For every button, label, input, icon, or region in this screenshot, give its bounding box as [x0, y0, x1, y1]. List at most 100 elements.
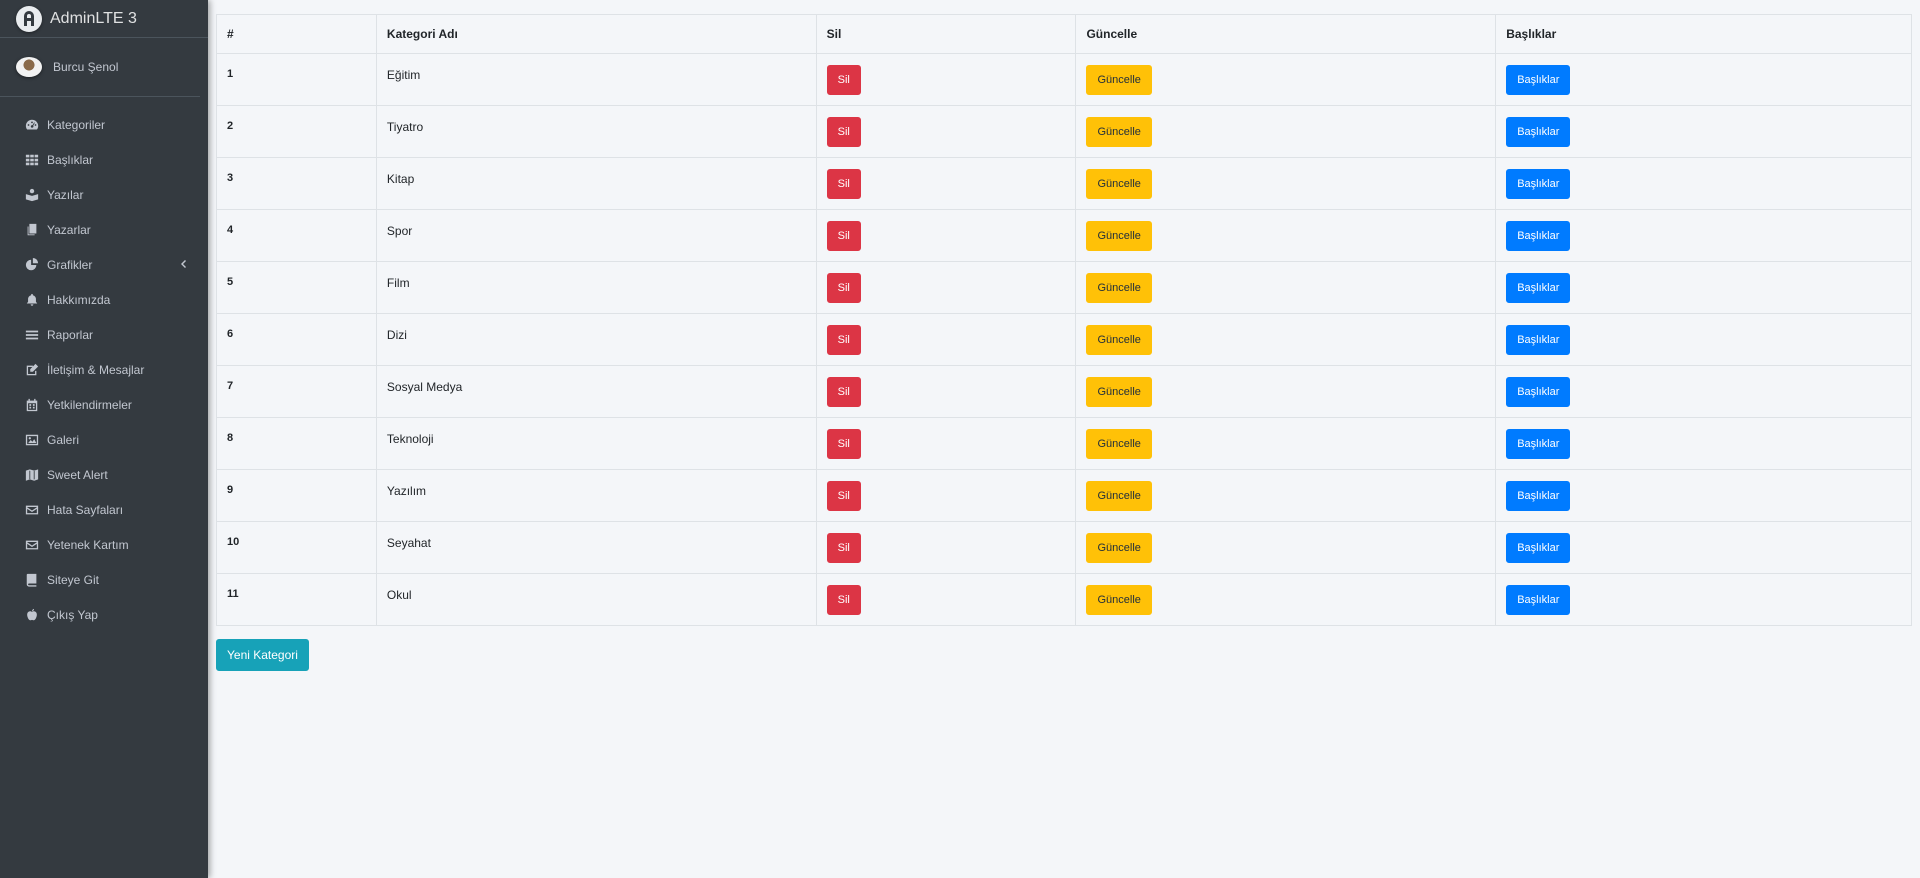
column-header-category-name: Kategori Adı	[375, 14, 817, 54]
update-button[interactable]: Güncelle	[1086, 429, 1152, 459]
delete-button[interactable]: Sil	[826, 429, 861, 459]
row-id: 4	[216, 209, 377, 262]
titles-button[interactable]: Başlıklar	[1506, 169, 1571, 199]
titles-button[interactable]: Başlıklar	[1506, 377, 1571, 407]
copy-icon	[23, 223, 40, 237]
titles-button[interactable]: Başlıklar	[1506, 65, 1571, 95]
sidebar-item-sweet-alert[interactable]: Sweet Alert	[0, 457, 208, 492]
table-row: 8 Teknoloji Sil Güncelle Başlıklar	[216, 417, 1912, 470]
table-row: 1 Eğitim Sil Güncelle Başlıklar	[216, 53, 1912, 106]
row-id: 9	[216, 469, 377, 522]
row-id: 10	[216, 521, 377, 574]
sidebar-item-hata-sayfalari[interactable]: Hata Sayfaları	[0, 492, 208, 527]
delete-button[interactable]: Sil	[826, 273, 861, 303]
new-category-button[interactable]: Yeni Kategori	[216, 639, 309, 671]
column-header-update: Güncelle	[1075, 14, 1497, 54]
delete-button[interactable]: Sil	[826, 533, 861, 563]
delete-button[interactable]: Sil	[826, 377, 861, 407]
avatar	[16, 57, 42, 77]
titles-button[interactable]: Başlıklar	[1506, 533, 1571, 563]
sidebar-item-grafikler[interactable]: Grafikler	[0, 247, 208, 282]
sidebar-item-raporlar[interactable]: Raporlar	[0, 317, 208, 352]
sidebar-item-label: İletişim & Mesajlar	[47, 362, 145, 377]
sidebar-item-label: Kategoriler	[47, 117, 106, 132]
delete-button[interactable]: Sil	[826, 481, 861, 511]
sidebar-item-cikis-yap[interactable]: Çıkış Yap	[0, 597, 208, 632]
update-button[interactable]: Güncelle	[1086, 325, 1152, 355]
titles-button[interactable]: Başlıklar	[1506, 429, 1571, 459]
book-reader-icon	[23, 188, 40, 202]
brand-link[interactable]: AdminLTE 3	[0, 0, 208, 38]
delete-button[interactable]: Sil	[826, 325, 861, 355]
row-id: 3	[216, 157, 377, 210]
sidebar: AdminLTE 3 Burcu Şenol Kategoriler Başlı…	[0, 0, 208, 878]
sidebar-item-label: Yetenek Kartım	[47, 537, 129, 552]
book-icon	[23, 573, 40, 587]
sidebar-item-label: Yazılar	[47, 187, 84, 202]
sidebar-item-label: Hata Sayfaları	[47, 502, 124, 517]
titles-button[interactable]: Başlıklar	[1506, 325, 1571, 355]
update-button[interactable]: Güncelle	[1086, 117, 1152, 147]
sidebar-item-label: Raporlar	[47, 327, 94, 342]
titles-button[interactable]: Başlıklar	[1506, 481, 1571, 511]
sidebar-item-label: Yetkilendirmeler	[47, 397, 132, 412]
brand-logo-icon	[16, 5, 42, 32]
delete-button[interactable]: Sil	[826, 117, 861, 147]
update-button[interactable]: Güncelle	[1086, 65, 1152, 95]
image-icon	[23, 433, 40, 447]
table-row: 9 Yazılım Sil Güncelle Başlıklar	[216, 469, 1912, 522]
titles-button[interactable]: Başlıklar	[1506, 585, 1571, 615]
table-body: 1 Eğitim Sil Güncelle Başlıklar 2 Tiyatr…	[216, 53, 1912, 626]
chevron-left-icon[interactable]	[178, 258, 190, 270]
titles-button[interactable]: Başlıklar	[1506, 273, 1571, 303]
user-panel[interactable]: Burcu Şenol	[0, 38, 200, 97]
sidebar-item-label: Yazarlar	[47, 222, 91, 237]
user-name[interactable]: Burcu Şenol	[53, 60, 118, 74]
update-button[interactable]: Güncelle	[1086, 533, 1152, 563]
row-category-name: Dizi	[375, 313, 817, 366]
sidebar-nav: Kategoriler Başlıklar Yazılar Yazarlar G…	[0, 97, 208, 632]
sidebar-item-basliklar[interactable]: Başlıklar	[0, 142, 208, 177]
chart-pie-icon	[23, 257, 40, 272]
row-category-name: Tiyatro	[375, 105, 817, 158]
delete-button[interactable]: Sil	[826, 65, 861, 95]
row-id: 11	[216, 573, 377, 626]
edit-icon	[23, 363, 40, 377]
delete-button[interactable]: Sil	[826, 169, 861, 199]
sidebar-item-siteye-git[interactable]: Siteye Git	[0, 562, 208, 597]
delete-button[interactable]: Sil	[826, 585, 861, 615]
row-id: 6	[216, 313, 377, 366]
row-category-name: Yazılım	[375, 469, 817, 522]
update-button[interactable]: Güncelle	[1086, 273, 1152, 303]
row-category-name: Kitap	[375, 157, 817, 210]
table-row: 5 Film Sil Güncelle Başlıklar	[216, 261, 1912, 314]
column-header-delete: Sil	[815, 14, 1077, 54]
delete-button[interactable]: Sil	[826, 221, 861, 251]
sidebar-item-kategoriler[interactable]: Kategoriler	[0, 107, 208, 142]
main-content: # Kategori Adı Sil Güncelle Başlıklar 1 …	[216, 14, 1912, 671]
bars-icon	[23, 328, 40, 342]
titles-button[interactable]: Başlıklar	[1506, 117, 1571, 147]
sidebar-item-yetenek-kartim[interactable]: Yetenek Kartım	[0, 527, 208, 562]
sidebar-item-yazilar[interactable]: Yazılar	[0, 177, 208, 212]
update-button[interactable]: Güncelle	[1086, 377, 1152, 407]
table-row: 3 Kitap Sil Güncelle Başlıklar	[216, 157, 1912, 210]
sidebar-item-yetkilendirmeler[interactable]: Yetkilendirmeler	[0, 387, 208, 422]
row-category-name: Seyahat	[375, 521, 817, 574]
row-category-name: Sosyal Medya	[375, 365, 817, 418]
calendar-icon	[23, 398, 40, 412]
sidebar-item-iletisim-mesajlar[interactable]: İletişim & Mesajlar	[0, 352, 208, 387]
update-button[interactable]: Güncelle	[1086, 221, 1152, 251]
titles-button[interactable]: Başlıklar	[1506, 221, 1571, 251]
sidebar-item-hakkimizda[interactable]: Hakkımızda	[0, 282, 208, 317]
row-category-name: Film	[375, 261, 817, 314]
update-button[interactable]: Güncelle	[1086, 169, 1152, 199]
envelope-icon	[23, 538, 40, 552]
update-button[interactable]: Güncelle	[1086, 585, 1152, 615]
update-button[interactable]: Güncelle	[1086, 481, 1152, 511]
sidebar-item-yazarlar[interactable]: Yazarlar	[0, 212, 208, 247]
table-row: 6 Dizi Sil Güncelle Başlıklar	[216, 313, 1912, 366]
table-row: 4 Spor Sil Güncelle Başlıklar	[216, 209, 1912, 262]
sidebar-item-galeri[interactable]: Galeri	[0, 422, 208, 457]
row-category-name: Teknoloji	[375, 417, 817, 470]
